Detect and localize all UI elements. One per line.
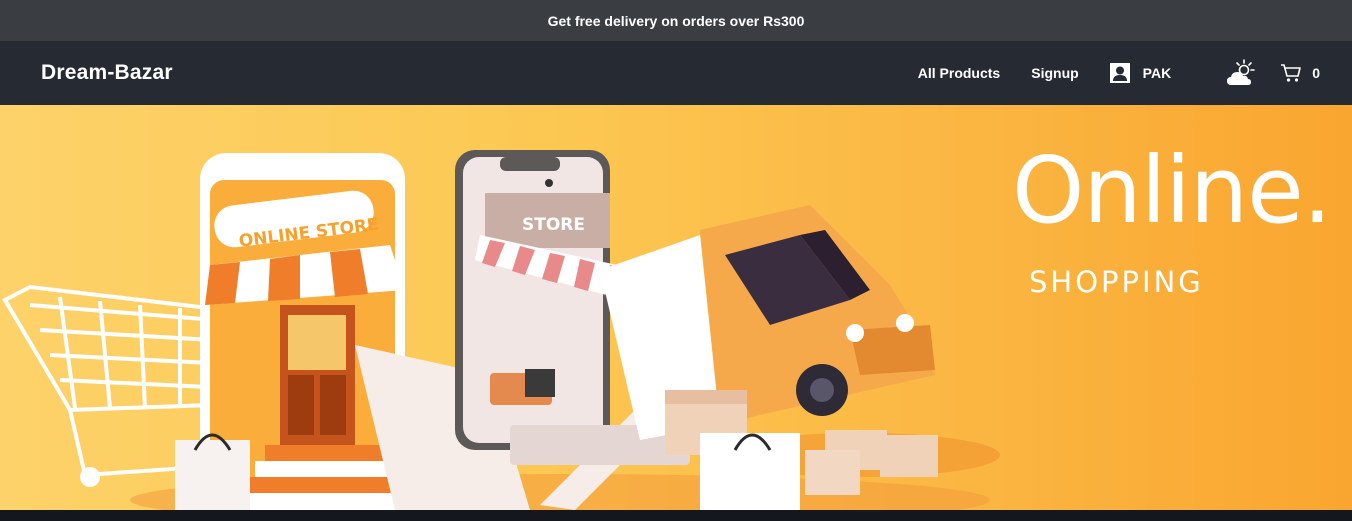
hero-banner[interactable]: ONLINE STORE STORE Online. SHOPPING [0,105,1352,510]
delivery-truck-illustration [600,205,935,440]
svg-text:STORE: STORE [522,215,585,235]
cart-button[interactable]: 0 [1280,63,1320,83]
hero-title: Online. [1012,137,1332,244]
announcement-text: Get free delivery on orders over Rs300 [547,12,805,29]
nav-link-all-products[interactable]: All Products [918,65,1000,81]
page-bottom-strip [0,510,1352,521]
navbar: Dream-Bazar All Products Signup PAK 0 [0,41,1352,105]
cloud-sun-icon[interactable] [1226,58,1256,88]
nav-right: All Products Signup PAK 0 [918,41,1320,105]
brand-logo[interactable]: Dream-Bazar [41,61,173,85]
user-icon [1109,63,1130,83]
user-label: PAK [1142,65,1172,81]
user-menu[interactable]: PAK [1109,63,1172,83]
cart-count: 0 [1312,65,1320,81]
nav-link-signup[interactable]: Signup [1031,65,1078,81]
cart-icon [1281,64,1302,82]
hero-subtitle: SHOPPING [1029,265,1204,299]
announcement-bar: Get free delivery on orders over Rs300 [0,0,1352,41]
